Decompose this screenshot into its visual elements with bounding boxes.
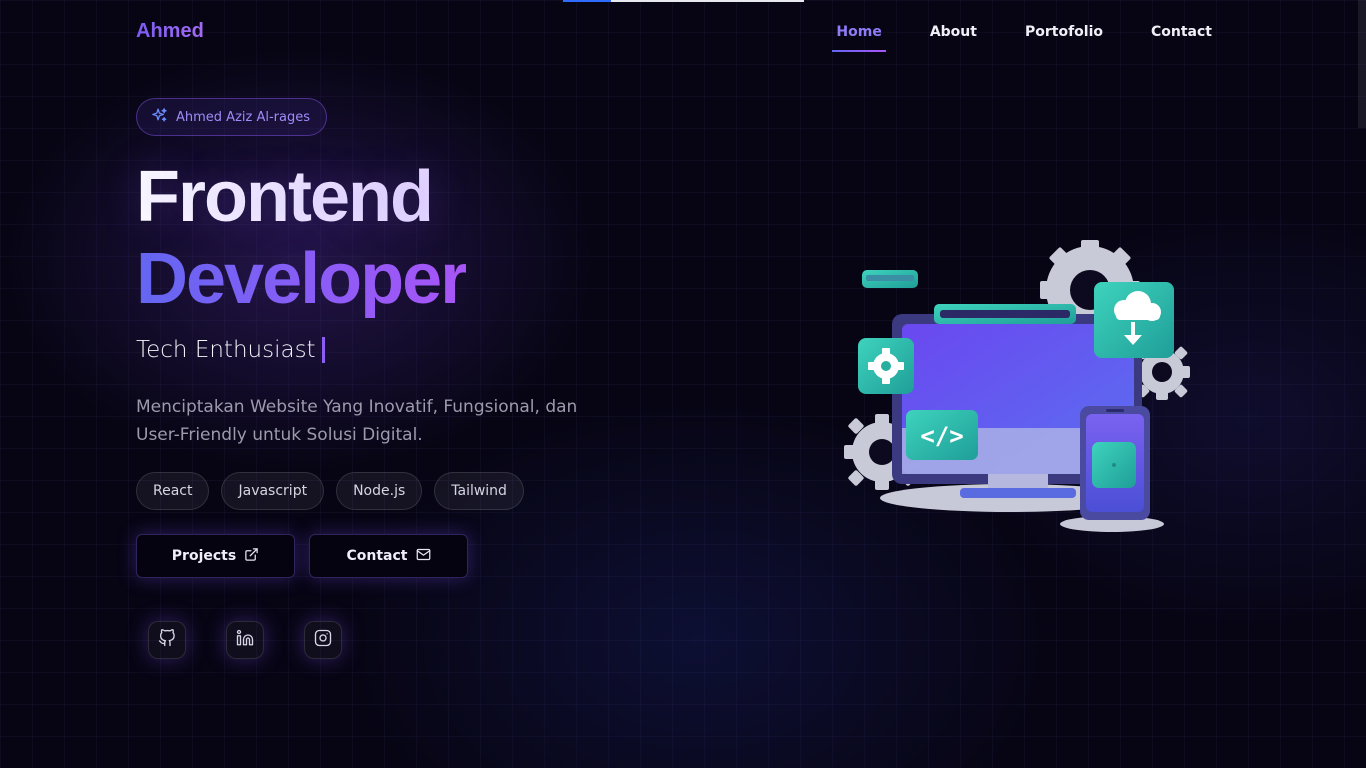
main-nav: Home About Portofolio Contact bbox=[832, 24, 1216, 52]
hero-title-line2: Developer bbox=[136, 239, 468, 319]
tag-react: React bbox=[136, 472, 210, 510]
external-link-icon bbox=[244, 547, 259, 566]
github-icon bbox=[158, 629, 176, 651]
nav-item-home[interactable]: Home bbox=[832, 24, 887, 52]
instagram-icon bbox=[314, 629, 332, 651]
scrollbar[interactable] bbox=[1358, 0, 1366, 128]
svg-text:</>: </> bbox=[920, 422, 963, 450]
linkedin-icon bbox=[236, 629, 254, 651]
projects-button[interactable]: Projects bbox=[136, 534, 295, 578]
loading-bar bbox=[563, 0, 804, 2]
contact-button[interactable]: Contact bbox=[309, 534, 468, 578]
nav-item-contact[interactable]: Contact bbox=[1147, 24, 1216, 52]
tech-tags: React Javascript Node.js Tailwind bbox=[136, 472, 524, 510]
social-links bbox=[148, 621, 342, 659]
tag-nodejs: Node.js bbox=[336, 472, 423, 510]
nav-item-about[interactable]: About bbox=[926, 24, 981, 52]
site-logo[interactable]: Ahmed bbox=[136, 20, 204, 43]
contact-button-label: Contact bbox=[346, 548, 408, 564]
typing-cursor bbox=[321, 337, 325, 363]
typing-subtitle: Tech Enthusiast bbox=[136, 337, 325, 363]
hero-description: Menciptakan Website Yang Inovatif, Fungs… bbox=[136, 397, 578, 445]
sparkles-icon bbox=[151, 107, 168, 128]
tag-tailwind: Tailwind bbox=[434, 472, 524, 510]
subtitle-text: Tech Enthusiast bbox=[136, 337, 316, 363]
nav-item-portofolio[interactable]: Portofolio bbox=[1021, 24, 1107, 52]
developer-illustration: </> bbox=[840, 238, 1200, 542]
cta-buttons: Projects Contact bbox=[136, 534, 468, 578]
badge-label: Ahmed Aziz Al-rages bbox=[176, 109, 310, 125]
mail-icon bbox=[416, 547, 431, 566]
hero-title-line1: Frontend bbox=[136, 157, 434, 237]
projects-button-label: Projects bbox=[171, 548, 237, 564]
name-badge: Ahmed Aziz Al-rages bbox=[136, 98, 327, 136]
github-link[interactable] bbox=[148, 621, 186, 659]
instagram-link[interactable] bbox=[304, 621, 342, 659]
linkedin-link[interactable] bbox=[226, 621, 264, 659]
tag-javascript: Javascript bbox=[221, 472, 325, 510]
